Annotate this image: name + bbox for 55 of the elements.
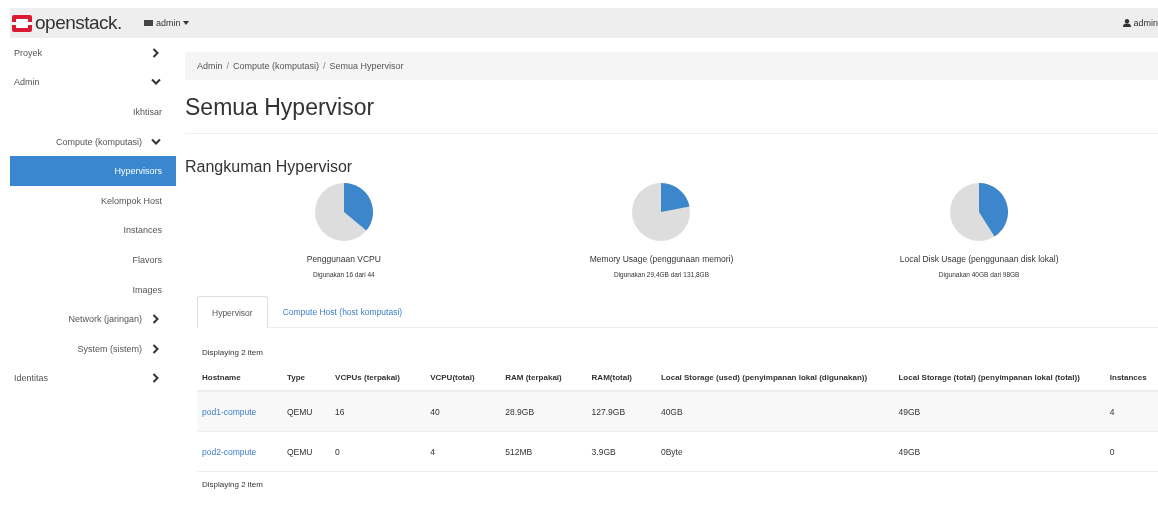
host-link[interactable]: pod1-compute: [202, 406, 257, 417]
project-menu[interactable]: admin: [143, 18, 190, 28]
table-cell: 3.9GB: [586, 431, 656, 472]
table-cell: 0: [1104, 431, 1158, 472]
sidebar-item[interactable]: Network (jaringan): [10, 304, 172, 334]
table-cell: 40GB: [655, 391, 894, 432]
meter-label: Penggunaan VCPU: [306, 254, 381, 264]
sidebar-item[interactable]: Compute (komputasi): [10, 126, 172, 157]
user-icon: [1123, 19, 1132, 27]
caret-icon: [183, 21, 190, 25]
page-title: Semua Hypervisor: [185, 94, 1158, 134]
sidebar-item[interactable]: System (sistem): [10, 333, 172, 364]
chevron-down-icon: [150, 137, 162, 146]
sidebar-item[interactable]: Images: [10, 274, 172, 305]
item-count: Displaying 2 item: [201, 347, 264, 357]
table-cell: QEMU: [281, 431, 331, 472]
table-cell: 0Byte: [655, 431, 894, 472]
sidebar-item[interactable]: Identitas: [10, 363, 172, 394]
tab[interactable]: Hypervisor: [197, 296, 268, 328]
table-cell: 40: [425, 391, 501, 432]
table-cell: 512MB: [500, 431, 587, 472]
table-cell: 0: [330, 431, 426, 472]
table-cell: 127.9GB: [586, 391, 656, 432]
brand-name: openstack.: [35, 12, 122, 34]
chevron-down-icon: [150, 78, 162, 87]
host-link[interactable]: pod2-compute: [202, 446, 257, 457]
logo-icon: [12, 14, 32, 32]
usage-pie-icon: [949, 182, 1010, 242]
breadcrumb-item[interactable]: Admin: [197, 61, 223, 71]
sidebar-item[interactable]: Hypervisors: [10, 156, 176, 186]
sidebar-item[interactable]: Instances: [10, 215, 172, 246]
table-cell: 16: [330, 391, 426, 432]
meter-label: Local Disk Usage (penggunaan disk lokal): [899, 254, 1059, 264]
table-cell: QEMU: [281, 391, 331, 432]
breadcrumb-item[interactable]: Compute (komputasi): [233, 61, 320, 71]
sidebar-item[interactable]: Flavors: [10, 245, 172, 275]
user-menu[interactable]: admin: [1123, 18, 1158, 28]
sidebar-item[interactable]: Kelompok Host: [10, 185, 172, 216]
table-cell: 49GB: [893, 431, 1105, 472]
table-cell: 28.9GB: [500, 391, 587, 432]
item-count: Displaying 2 item: [201, 479, 264, 489]
sidebar-item[interactable]: Admin: [10, 67, 172, 98]
tab[interactable]: Compute Host (host komputasi): [267, 296, 418, 327]
meter-label: Memory Usage (penggunaan memori): [589, 254, 734, 264]
section-title: Rangkuman Hypervisor: [185, 158, 354, 176]
breadcrumb-separator: /: [323, 61, 326, 71]
sidebar-item[interactable]: Ikhtisar: [10, 97, 172, 127]
breadcrumb-separator: /: [226, 61, 230, 71]
breadcrumb-item: Semua Hypervisor: [329, 61, 404, 71]
table-cell: 4: [1104, 391, 1158, 432]
table-cell: 49GB: [893, 391, 1105, 432]
table-cell: 4: [425, 431, 501, 472]
usage-pie-icon: [631, 182, 692, 242]
sidebar-item[interactable]: Proyek: [10, 38, 172, 68]
usage-pie-icon: [313, 182, 374, 242]
